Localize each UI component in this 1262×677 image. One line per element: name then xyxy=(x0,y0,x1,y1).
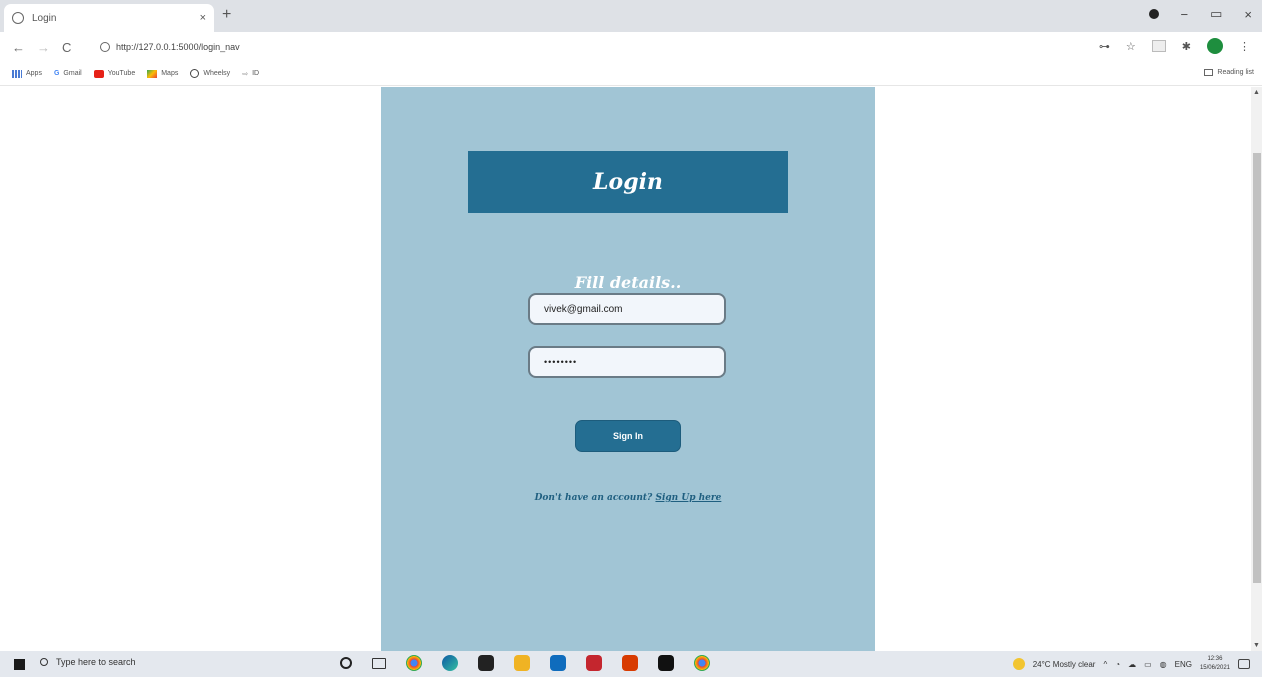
taskbar: Type here to search 24°C Mostly clear ^ … xyxy=(0,651,1262,677)
close-window-button[interactable]: × xyxy=(1244,7,1252,22)
task-view-icon[interactable] xyxy=(372,657,386,669)
apps-grid-icon xyxy=(12,69,22,78)
bookmark-label: Wheelsy xyxy=(203,70,231,77)
bookmark-label: Apps xyxy=(26,70,42,77)
tab-title: Login xyxy=(32,12,57,24)
scroll-up-icon[interactable]: ▲ xyxy=(1253,89,1260,96)
weather-text[interactable]: 24°C Mostly clear xyxy=(1033,660,1096,669)
battery-icon[interactable]: ▭ xyxy=(1144,660,1152,669)
language-indicator[interactable]: ENG xyxy=(1175,660,1192,669)
clock-time: 12:36 xyxy=(1207,656,1223,662)
bookmark-label: YouTube xyxy=(107,70,136,77)
maps-icon xyxy=(147,69,158,78)
toolbar-actions: ⊶ ☆ ✱ ⋮ xyxy=(1099,38,1250,54)
sign-up-link[interactable]: Sign Up here xyxy=(655,493,721,503)
email-field[interactable]: vivek@gmail.com xyxy=(528,293,726,325)
bookmark-label: ID xyxy=(252,70,260,77)
back-button[interactable]: ← xyxy=(12,40,25,55)
restore-button[interactable]: ▭ xyxy=(1210,6,1222,22)
bookmark-wheelsy[interactable]: Wheelsy xyxy=(190,69,230,78)
password-field[interactable]: •••••••• xyxy=(528,346,726,378)
notification-icon[interactable] xyxy=(1238,659,1250,669)
menu-icon[interactable]: ⋮ xyxy=(1239,40,1250,53)
new-tab-button[interactable]: + xyxy=(222,6,231,24)
clock[interactable]: 12:36 15/06/2021 xyxy=(1200,655,1230,673)
login-panel: Login Fill details.. vivek@gmail.com •••… xyxy=(381,87,875,651)
file-explorer-icon[interactable] xyxy=(514,655,530,671)
app-icon[interactable] xyxy=(586,655,602,671)
extension-icon[interactable] xyxy=(1151,40,1166,52)
reading-list-button[interactable]: Reading list xyxy=(1204,69,1254,76)
windows-start-icon[interactable] xyxy=(14,658,25,670)
reload-button[interactable]: C xyxy=(62,40,71,55)
link-icon: ⇨ xyxy=(242,70,249,78)
taskbar-apps xyxy=(340,655,710,671)
browser-tab[interactable]: Login × xyxy=(4,4,214,32)
signup-prompt-text: Don't have an account? xyxy=(534,493,653,503)
star-icon[interactable]: ☆ xyxy=(1126,40,1136,53)
weather-icon[interactable] xyxy=(1012,658,1025,670)
browser-toolbar: ← → C http://127.0.0.1:5000/login_nav ⊶ … xyxy=(0,32,1262,62)
reading-list-label: Reading list xyxy=(1217,69,1254,76)
tab-close-icon[interactable]: × xyxy=(200,12,206,24)
page-title: Login xyxy=(593,169,663,195)
cloud-icon[interactable]: ☁ xyxy=(1128,660,1136,669)
window-controls: − ▭ × xyxy=(1148,6,1252,22)
profile-avatar[interactable] xyxy=(1207,38,1223,54)
bookmark-label: Gmail xyxy=(63,70,82,77)
system-tray: 24°C Mostly clear ^ ◔ ☁ ▭ ◍ ENG 12:36 15… xyxy=(1012,655,1250,673)
office-icon[interactable] xyxy=(622,655,638,671)
bookmark-id[interactable]: ⇨ ID xyxy=(242,70,259,78)
bookmark-youtube[interactable]: YouTube xyxy=(93,69,136,78)
forward-button[interactable]: → xyxy=(37,40,50,55)
bookmark-gmail[interactable]: G Gmail xyxy=(54,70,82,78)
chrome-icon[interactable] xyxy=(694,655,710,671)
address-bar[interactable]: http://127.0.0.1:5000/login_nav xyxy=(100,36,240,58)
reading-list-icon xyxy=(1204,69,1214,76)
store-icon[interactable] xyxy=(478,655,494,671)
tab-strip: Login × + − ▭ × xyxy=(0,0,1262,32)
cortana-icon[interactable] xyxy=(340,657,352,669)
login-header: Login xyxy=(468,151,788,213)
bookmark-label: Maps xyxy=(161,70,179,77)
search-placeholder: Type here to search xyxy=(56,657,136,667)
minimize-button[interactable]: − xyxy=(1181,7,1189,22)
sign-in-button[interactable]: Sign In xyxy=(575,420,681,452)
clock-date: 15/06/2021 xyxy=(1199,665,1230,671)
volume-icon[interactable]: ◍ xyxy=(1160,660,1167,669)
edge-icon[interactable] xyxy=(442,655,458,671)
mail-icon[interactable] xyxy=(550,655,566,671)
chevron-up-icon[interactable]: ^ xyxy=(1103,660,1107,669)
terminal-icon[interactable] xyxy=(658,655,674,671)
puzzle-icon[interactable]: ✱ xyxy=(1182,40,1191,53)
page-scrollbar[interactable]: ▲ ▼ xyxy=(1251,87,1262,651)
address-text[interactable]: http://127.0.0.1:5000/login_nav xyxy=(116,42,240,52)
google-icon: G xyxy=(53,69,60,77)
record-icon[interactable] xyxy=(1148,9,1159,19)
scroll-down-icon[interactable]: ▼ xyxy=(1253,642,1260,649)
scrollbar-thumb[interactable] xyxy=(1253,153,1261,583)
bookmarks-bar: Apps G Gmail YouTube Maps Wheelsy ⇨ ID R… xyxy=(0,62,1262,86)
bookmark-apps[interactable]: Apps xyxy=(12,69,42,78)
site-info-icon[interactable] xyxy=(100,42,110,52)
globe-icon xyxy=(12,12,24,24)
form-subtitle: Fill details.. xyxy=(574,273,682,292)
youtube-icon xyxy=(93,69,104,78)
page-viewport: Login Fill details.. vivek@gmail.com •••… xyxy=(0,87,1251,651)
chrome-icon[interactable] xyxy=(406,655,422,671)
key-icon[interactable]: ⊶ xyxy=(1099,40,1110,53)
signup-prompt: Don't have an account? Sign Up here xyxy=(381,493,875,503)
network-icon[interactable]: ◔ xyxy=(1115,660,1120,669)
search-icon xyxy=(40,658,48,666)
taskbar-search[interactable]: Type here to search xyxy=(40,657,136,667)
globe-icon xyxy=(190,69,200,78)
bookmark-maps[interactable]: Maps xyxy=(147,69,179,78)
